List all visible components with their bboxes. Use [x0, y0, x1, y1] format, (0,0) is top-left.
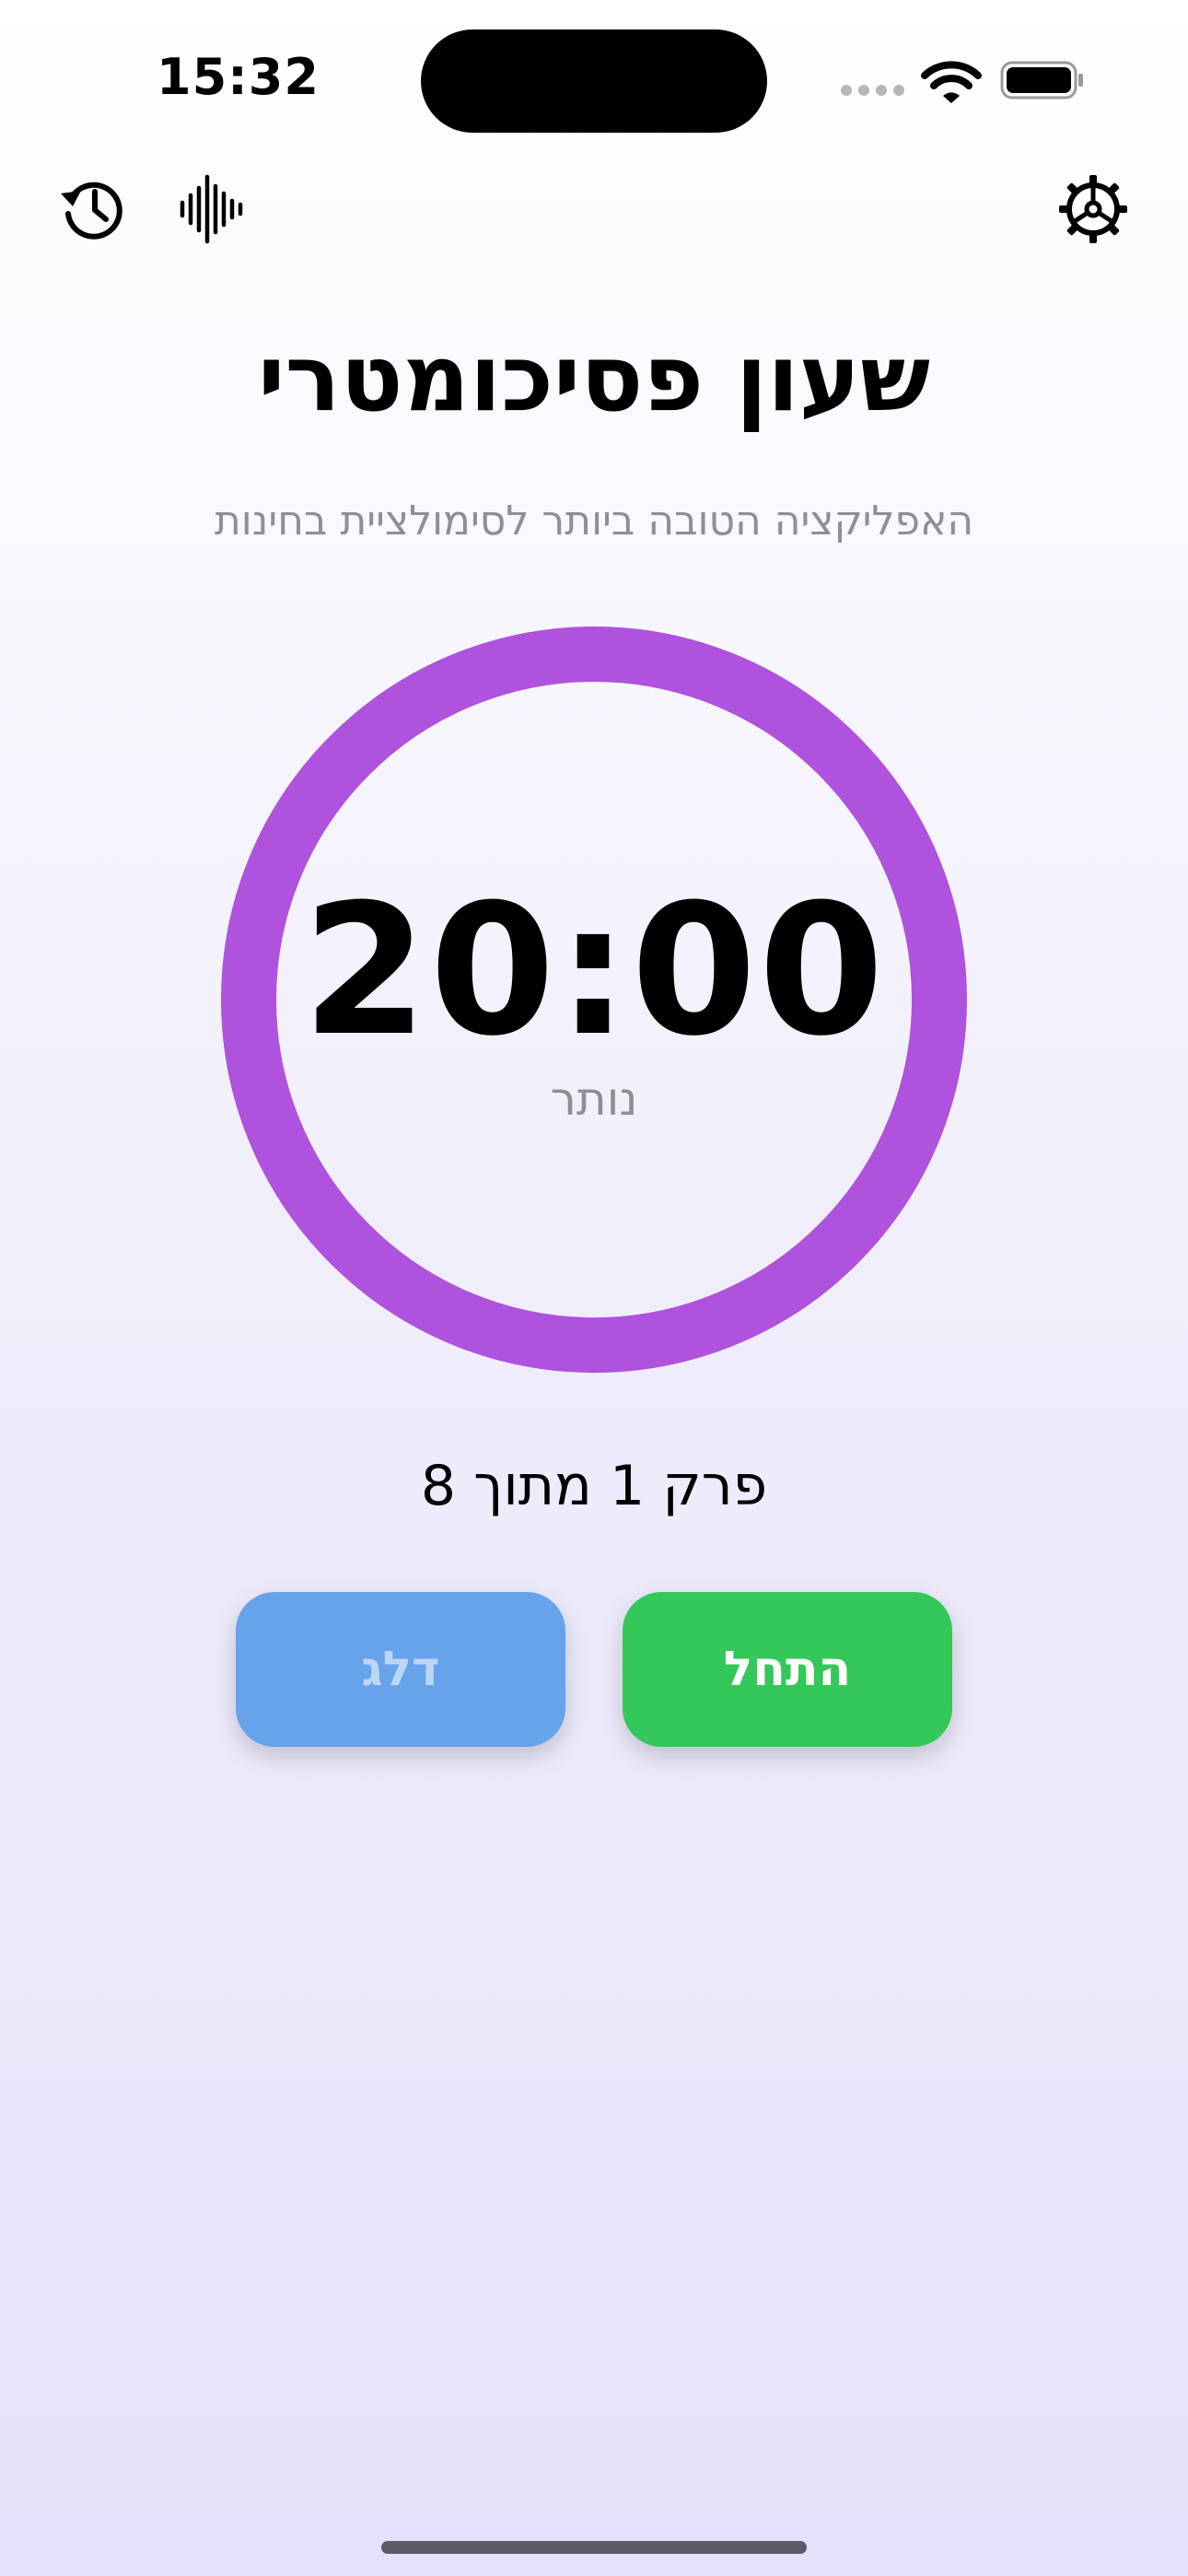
status-time: 15:32 [157, 48, 320, 106]
app-title: שעון פסיכומטרי [258, 324, 930, 432]
app-subtitle: האפליקציה הטובה ביותר לסימולציית בחינות [214, 498, 974, 544]
timer-display: 20:00 [302, 866, 886, 1076]
chapter-indicator: פרק 1 מתוך 8 [420, 1454, 768, 1518]
history-icon[interactable] [57, 173, 129, 245]
home-indicator [381, 2541, 807, 2554]
wifi-icon [921, 61, 982, 103]
waveform-icon[interactable] [175, 173, 247, 245]
dynamic-island [421, 29, 767, 133]
gear-icon[interactable] [1057, 173, 1129, 245]
timer-caption: נותר [550, 1072, 638, 1126]
start-button[interactable]: התחל [623, 1592, 952, 1747]
skip-button[interactable]: דלג [236, 1592, 565, 1747]
battery-icon [1000, 61, 1083, 100]
cellular-signal-icon [841, 85, 904, 96]
